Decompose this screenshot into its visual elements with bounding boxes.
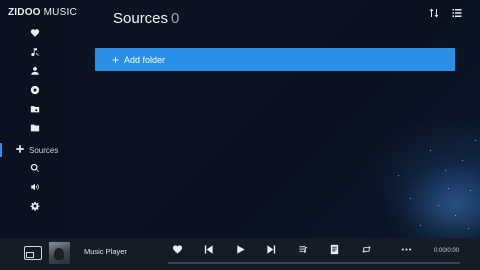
background: [0, 0, 480, 270]
disc-icon: [30, 82, 40, 100]
queue-icon: [298, 242, 309, 260]
play-icon: [235, 242, 246, 260]
skip-next-icon: [266, 242, 277, 260]
list-view-icon: [451, 6, 463, 23]
queue-button[interactable]: [296, 244, 310, 258]
music-note-icon: [30, 44, 40, 62]
sidebar-item-label: Sources: [29, 145, 59, 155]
sidebar-item-search[interactable]: [0, 160, 70, 178]
sidebar-item-dlna[interactable]: [0, 179, 70, 197]
play-button[interactable]: [233, 244, 247, 258]
sidebar: ZIDOO MUSIC Sources: [0, 0, 77, 238]
sidebar-item-sources[interactable]: Sources: [0, 141, 70, 159]
repeat-button[interactable]: [359, 244, 373, 258]
next-button[interactable]: [264, 244, 278, 258]
more-icon: [401, 242, 412, 260]
sidebar-item-artists[interactable]: [0, 63, 70, 81]
sidebar-item-settings[interactable]: [0, 198, 70, 216]
plus-icon: [15, 141, 25, 159]
sort-icon: [428, 6, 440, 23]
folder-music-icon: [30, 101, 40, 119]
sidebar-item-folders[interactable]: [0, 101, 70, 119]
previous-button[interactable]: [201, 244, 215, 258]
cast-icon: [30, 179, 40, 197]
source-count: 0: [171, 10, 180, 27]
repeat-icon: [361, 242, 372, 260]
person-icon: [30, 63, 40, 81]
skip-previous-icon: [203, 242, 214, 260]
heart-icon: [172, 242, 183, 260]
progress-bar[interactable]: [168, 262, 460, 264]
plus-icon: +: [112, 52, 120, 67]
player-bar: Music Player 0:00/0:00: [0, 238, 480, 270]
sidebar-item-favorites[interactable]: [0, 25, 70, 43]
add-folder-label: Add folder: [124, 54, 166, 65]
add-folder-button[interactable]: + Add folder: [95, 48, 455, 71]
gear-icon: [30, 198, 40, 216]
heart-icon: [30, 25, 40, 43]
more-button[interactable]: [399, 244, 413, 258]
playback-time: 0:00/0:00: [434, 248, 460, 254]
list-view-button[interactable]: [451, 6, 463, 18]
search-icon: [30, 160, 40, 178]
favorite-button[interactable]: [170, 244, 184, 258]
track-title: Music Player: [84, 247, 127, 256]
sidebar-item-albums[interactable]: [0, 82, 70, 100]
lyrics-button[interactable]: [327, 244, 341, 258]
page-title: Sources 0: [113, 10, 180, 27]
sidebar-item-local[interactable]: [0, 120, 70, 138]
mini-player-icon[interactable]: [24, 246, 42, 260]
album-cover[interactable]: [49, 242, 70, 264]
lyrics-icon: [329, 242, 340, 260]
sort-button[interactable]: [428, 6, 440, 18]
active-indicator: [0, 143, 2, 157]
sidebar-item-songs[interactable]: [0, 44, 70, 62]
folder-icon: [30, 120, 40, 138]
app-logo: ZIDOO MUSIC: [8, 7, 77, 18]
